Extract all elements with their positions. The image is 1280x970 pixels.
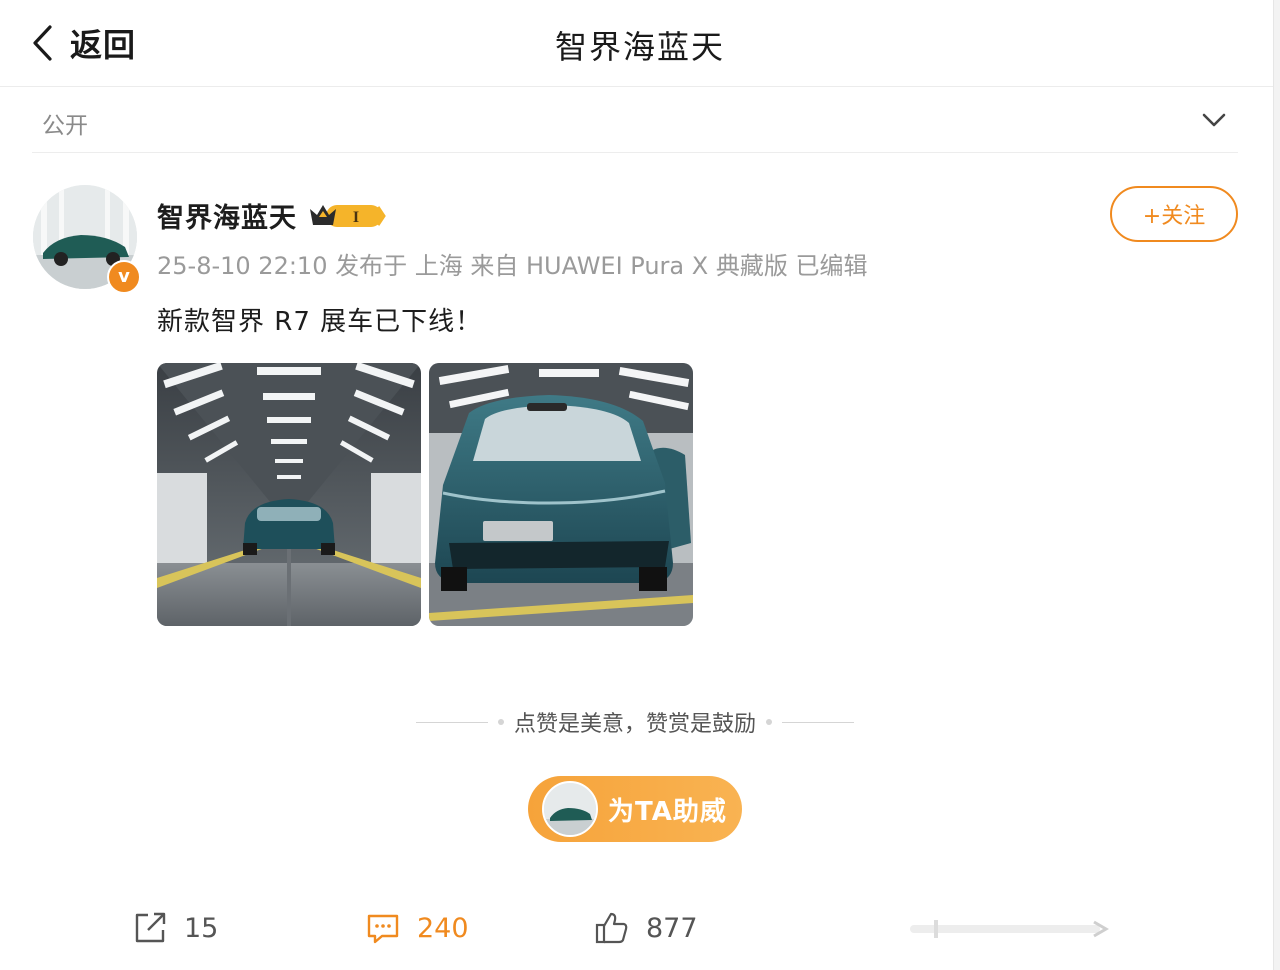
scrollbar-track[interactable]	[1273, 0, 1280, 970]
page-title: 智界海蓝天	[554, 28, 725, 66]
blurred-watermark	[910, 916, 1110, 942]
chevron-down-icon[interactable]	[1198, 104, 1230, 136]
visibility-selector[interactable]: 公开	[32, 88, 1238, 153]
post-text: 新款智界 R7 展车已下线！	[157, 307, 483, 337]
like-count: 877	[646, 912, 698, 944]
like-button[interactable]: 877	[594, 906, 698, 950]
comment-count: 240	[417, 912, 469, 944]
cheer-avatar	[542, 781, 598, 837]
reward-slogan: 点赞是美意，赞赏是鼓励	[513, 712, 756, 737]
divider-dot-left	[497, 719, 504, 725]
vip-level-text: I	[353, 209, 359, 226]
follow-button[interactable]: +关注	[1110, 186, 1238, 242]
reward-slogan-row: 点赞是美意，赞赏是鼓励	[0, 706, 1270, 738]
comment-button[interactable]: 240	[365, 906, 469, 950]
top-navigation-bar: 返回 智界海蓝天	[0, 0, 1280, 87]
verified-badge-icon: v	[107, 260, 141, 294]
share-icon	[135, 912, 166, 943]
repost-count: 15	[184, 912, 219, 944]
divider-dot-right	[766, 719, 772, 725]
divider-line-left	[415, 721, 488, 723]
thumbs-up-icon	[595, 912, 628, 944]
visibility-label: 公开	[42, 113, 88, 139]
post-photo-blue-car-front[interactable]	[429, 363, 693, 626]
cheer-button[interactable]: 为TA助威	[528, 776, 742, 842]
cheer-label: 为TA助威	[608, 796, 727, 827]
comment-icon	[367, 914, 399, 944]
divider-line-right	[782, 721, 854, 723]
vip-crown-badge-icon[interactable]: I	[308, 199, 386, 231]
repost-button[interactable]: 15	[132, 906, 218, 950]
author-name[interactable]: 智界海蓝天	[157, 196, 297, 235]
post-meta: 25-8-10 22:10 发布于 上海 来自 HUAWEI Pura X 典藏…	[157, 252, 868, 280]
post-photo-production-line[interactable]	[157, 363, 421, 626]
